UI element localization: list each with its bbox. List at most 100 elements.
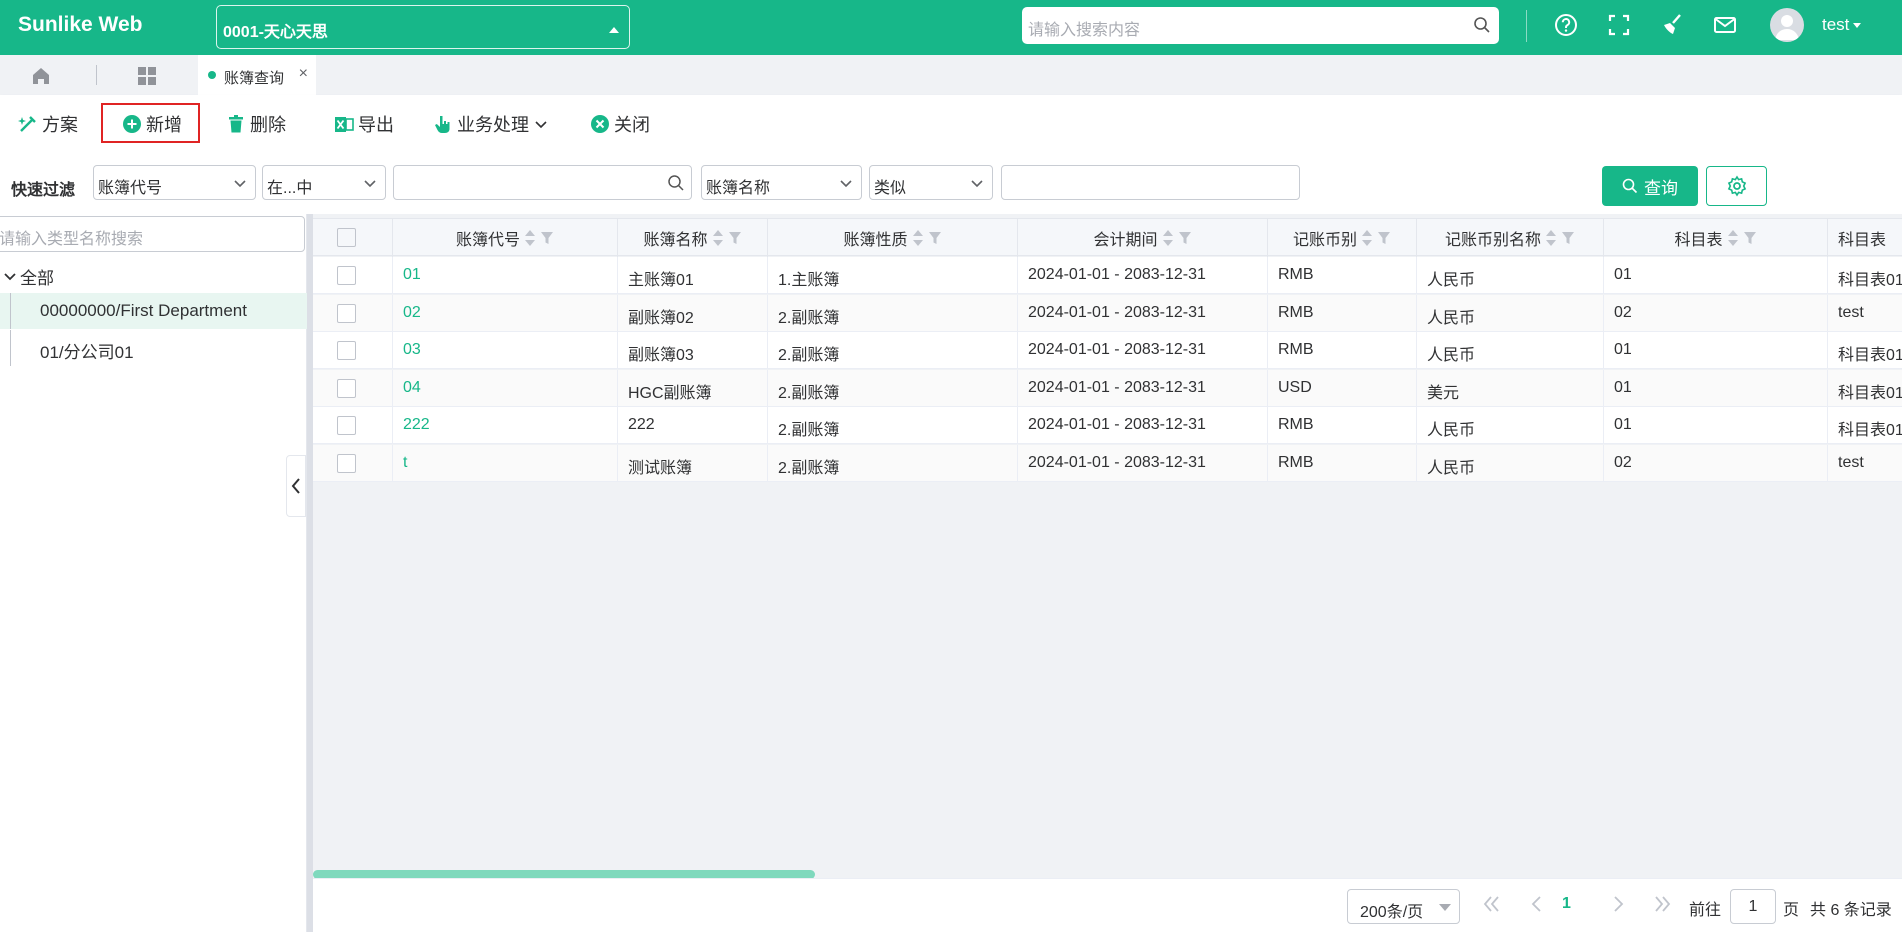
- page-size-select[interactable]: 200条/页: [1347, 889, 1460, 924]
- close-button[interactable]: 关闭: [590, 111, 650, 137]
- sort-icon[interactable]: [1727, 229, 1739, 247]
- filter-op-1-value: 在...中: [267, 180, 313, 197]
- filter-value-input-2[interactable]: [1001, 165, 1300, 200]
- row-checkbox[interactable]: [337, 416, 356, 435]
- ledger-table: 账簿代号 账簿名称 账簿性质 会计期间 记账币别 记账币别名称 科目表 科目表 01 主账簿01…: [313, 214, 1902, 878]
- prev-page-icon[interactable]: [1526, 893, 1548, 915]
- broom-icon[interactable]: [1659, 12, 1685, 38]
- current-page[interactable]: 1: [1562, 895, 1571, 913]
- help-icon[interactable]: [1553, 12, 1579, 38]
- next-page-icon[interactable]: [1607, 893, 1629, 915]
- select-all-checkbox[interactable]: [337, 228, 356, 247]
- tree-search-input[interactable]: 请输入类型名称搜索: [0, 216, 305, 252]
- column-header-label: 记账币别: [1292, 232, 1357, 249]
- sort-icon[interactable]: [1361, 229, 1373, 247]
- query-label: 查询: [1644, 178, 1678, 198]
- column-header-label: 科目表: [1838, 232, 1887, 249]
- collapse-panel-button[interactable]: [286, 455, 306, 517]
- filter-field-2-value: 账簿名称: [706, 180, 771, 197]
- row-select-cell: [313, 444, 393, 482]
- column-header[interactable]: 科目表: [1828, 219, 1902, 257]
- tree-root[interactable]: 全部: [4, 264, 54, 289]
- table-cell: 01: [1604, 369, 1828, 407]
- filter-icon[interactable]: [1561, 231, 1575, 245]
- table-cell: 科目表01: [1828, 407, 1902, 444]
- new-button[interactable]: 新增: [122, 111, 182, 137]
- table-cell: 人民币: [1417, 444, 1604, 482]
- tree-node[interactable]: 00000000/First Department: [0, 293, 307, 329]
- table-row[interactable]: 01 主账簿01 1.主账簿 2024-01-01 - 2083-12-31 RMB 人民…: [313, 257, 1902, 294]
- filter-operator-select-1[interactable]: 在...中: [262, 165, 386, 200]
- ledger-code-link[interactable]: 04: [393, 369, 618, 407]
- global-search-input[interactable]: 请输入搜索内容: [1022, 7, 1499, 44]
- filter-value-input-1[interactable]: [393, 165, 692, 200]
- horizontal-scrollbar[interactable]: [313, 870, 815, 878]
- ledger-code-link[interactable]: 02: [393, 294, 618, 332]
- sort-icon[interactable]: [912, 229, 924, 247]
- goto-page-input[interactable]: 1: [1730, 889, 1776, 924]
- table-row[interactable]: 222 222 2.副账簿 2024-01-01 - 2083-12-31 RMB 人民币…: [313, 407, 1902, 444]
- row-checkbox[interactable]: [337, 378, 356, 398]
- row-checkbox[interactable]: [337, 341, 356, 360]
- column-header[interactable]: 科目表: [1604, 219, 1828, 257]
- table-cell: RMB: [1268, 444, 1417, 482]
- avatar[interactable]: [1770, 8, 1804, 42]
- table-row[interactable]: 03 副账簿03 2.副账簿 2024-01-01 - 2083-12-31 RMB 人民…: [313, 332, 1902, 369]
- tab-ledger-query[interactable]: 账簿查询 ×: [198, 55, 316, 95]
- search-icon[interactable]: [1473, 16, 1491, 34]
- company-select[interactable]: 0001-天心天思: [216, 5, 630, 49]
- filter-icon[interactable]: [1377, 231, 1391, 245]
- sort-icon[interactable]: [1545, 229, 1557, 247]
- row-checkbox[interactable]: [337, 266, 356, 285]
- export-button[interactable]: 导出: [334, 111, 394, 137]
- settings-button[interactable]: [1706, 166, 1767, 206]
- column-header[interactable]: 会计期间: [1018, 219, 1268, 257]
- home-icon[interactable]: [30, 65, 52, 87]
- query-button[interactable]: 查询: [1602, 166, 1698, 206]
- filter-icon[interactable]: [1178, 231, 1192, 245]
- last-page-icon[interactable]: [1651, 893, 1673, 915]
- filter-field-select-2[interactable]: 账簿名称: [701, 165, 862, 200]
- first-page-icon[interactable]: [1481, 893, 1503, 915]
- filter-field-select-1[interactable]: 账簿代号: [93, 165, 256, 200]
- filter-operator-select-2[interactable]: 类似: [869, 165, 993, 200]
- filter-icon[interactable]: [1743, 231, 1757, 245]
- filter-icon[interactable]: [540, 231, 554, 245]
- row-checkbox[interactable]: [337, 453, 356, 473]
- column-header[interactable]: 账簿代号: [393, 219, 618, 257]
- ledger-code-link[interactable]: 222: [393, 407, 618, 444]
- apps-grid-icon[interactable]: [136, 65, 158, 87]
- tree-node[interactable]: 01/分公司01: [0, 330, 307, 366]
- sort-icon[interactable]: [712, 229, 724, 247]
- delete-button[interactable]: 删除: [226, 111, 286, 137]
- tree-node-label: 01/分公司01: [40, 343, 134, 362]
- user-menu[interactable]: test: [1822, 15, 1862, 35]
- scheme-button[interactable]: 方案: [18, 111, 78, 137]
- table-cell: RMB: [1268, 407, 1417, 444]
- chevron-down-icon[interactable]: [4, 271, 16, 283]
- quick-filter-bar: 快速过滤 账簿代号 在...中 账簿名称 类似 查询: [0, 152, 1902, 214]
- table-row[interactable]: 02 副账簿02 2.副账簿 2024-01-01 - 2083-12-31 RMB 人民…: [313, 294, 1902, 332]
- filter-icon[interactable]: [928, 231, 942, 245]
- close-circle-icon: [591, 115, 609, 133]
- search-icon[interactable]: [667, 174, 685, 192]
- ledger-code-link[interactable]: t: [393, 444, 618, 482]
- column-header[interactable]: 账簿性质: [768, 219, 1018, 257]
- filter-icon[interactable]: [728, 231, 742, 245]
- ledger-code-link[interactable]: 03: [393, 332, 618, 369]
- column-header[interactable]: 记账币别: [1268, 219, 1417, 257]
- close-tab-icon[interactable]: ×: [299, 65, 308, 83]
- table-row[interactable]: t 测试账簿 2.副账簿 2024-01-01 - 2083-12-31 RMB 人民币 0…: [313, 444, 1902, 482]
- sort-icon[interactable]: [524, 229, 536, 247]
- gear-icon: [1727, 175, 1746, 197]
- column-header[interactable]: 账簿名称: [618, 219, 768, 257]
- column-header[interactable]: 记账币别名称: [1417, 219, 1604, 257]
- ledger-code-link[interactable]: 01: [393, 257, 618, 294]
- table-row[interactable]: 04 HGC副账簿 2.副账簿 2024-01-01 - 2083-12-31 USD 美…: [313, 369, 1902, 407]
- row-checkbox[interactable]: [337, 303, 356, 323]
- sort-icon[interactable]: [1162, 229, 1174, 247]
- business-menu-button[interactable]: 业务处理: [433, 111, 549, 137]
- table-cell: RMB: [1268, 332, 1417, 369]
- fullscreen-icon[interactable]: [1606, 12, 1632, 38]
- mail-icon[interactable]: [1712, 12, 1738, 38]
